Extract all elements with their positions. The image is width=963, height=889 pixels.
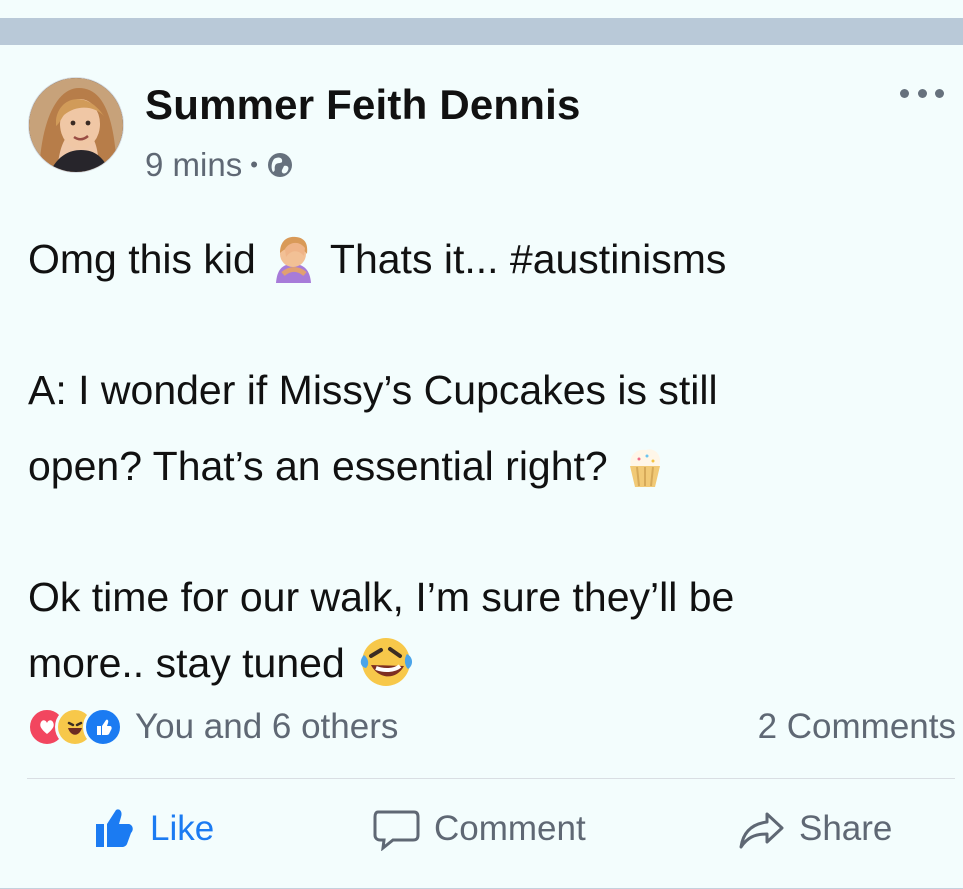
more-options-button[interactable] (900, 83, 944, 103)
post-line-1-end: Thats it... #austinisms (329, 236, 727, 282)
like-button[interactable]: Like (92, 807, 214, 851)
post-line-2: A: I wonder if Missy’s Cupcakes is still (28, 367, 718, 413)
reaction-summary-text[interactable]: You and 6 others (135, 707, 398, 747)
post-line-5-text: more.. stay tuned (28, 640, 345, 686)
share-arrow-icon (739, 812, 784, 849)
comment-button[interactable]: Comment (372, 807, 586, 851)
cupcake-emoji (630, 449, 661, 488)
post-meta: 9 mins • (145, 146, 294, 184)
post-card: Summer Feith Dennis 9 mins • Omg this ki… (0, 45, 963, 889)
rolling-laughing-emoji (360, 638, 413, 687)
comment-label: Comment (434, 809, 586, 848)
more-dot-1 (900, 88, 909, 98)
like-reaction-icon (83, 707, 123, 747)
face-palm-emoji (276, 237, 312, 284)
reactions-summary[interactable]: You and 6 others (27, 706, 398, 748)
post-actions: Like Comment Share (0, 807, 963, 867)
comments-count[interactable]: 2 Comments (758, 706, 956, 748)
post-line-4: Ok time for our walk, I’m sure they’ll b… (28, 574, 735, 620)
more-dot-2 (917, 88, 927, 98)
globe-icon (267, 153, 292, 177)
top-strip (0, 0, 963, 18)
share-button[interactable]: Share (737, 807, 892, 851)
post-line-1-start: Omg this kid (28, 236, 256, 282)
avatar[interactable] (28, 77, 124, 173)
meta-separator: • (250, 152, 258, 177)
post-time[interactable]: 9 mins (145, 146, 242, 184)
thumbs-up-icon (96, 809, 133, 847)
avatar-image (29, 78, 123, 172)
post-line-3-text: open? That’s an essential right? (28, 443, 620, 489)
comment-bubble-icon (373, 810, 420, 851)
more-dot-3 (935, 88, 944, 98)
author-name[interactable]: Summer Feith Dennis (145, 81, 581, 129)
actions-divider (27, 778, 955, 779)
post-line-1: Omg this kid Thats it... #austinisms (28, 226, 948, 292)
like-label: Like (150, 809, 215, 848)
post-line-5: more.. stay tuned (28, 630, 948, 696)
share-label: Share (799, 809, 893, 848)
post-line-3: open? That’s an essential right? (28, 433, 948, 499)
feed-top-bar (0, 18, 963, 45)
